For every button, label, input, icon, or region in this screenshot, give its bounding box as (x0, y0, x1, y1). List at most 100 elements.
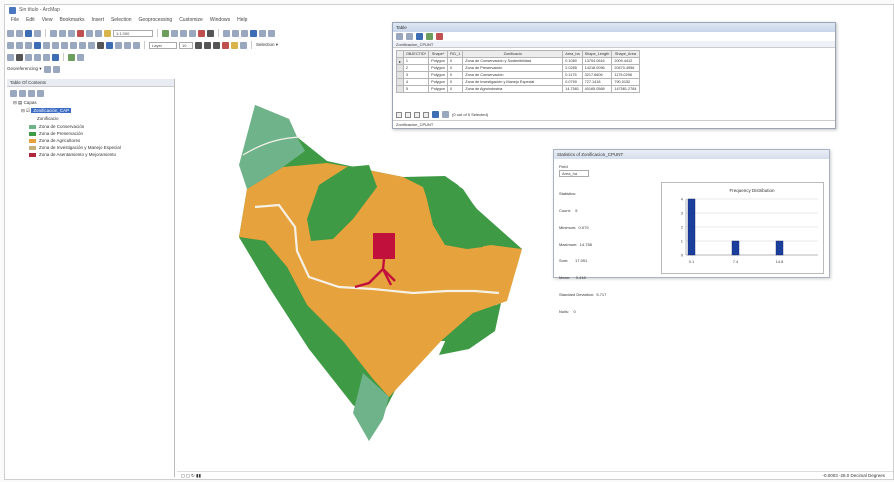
list-by-selection-icon[interactable] (37, 89, 44, 97)
scale-combo[interactable]: 1:1.000 (113, 29, 153, 37)
layer-combo[interactable]: Layer (149, 41, 177, 49)
drawing-icon[interactable] (7, 53, 14, 61)
show-all-records-icon[interactable] (432, 111, 439, 118)
delete-icon[interactable] (77, 29, 84, 37)
copy-icon[interactable] (59, 29, 66, 37)
catalog-icon[interactable] (180, 29, 187, 37)
add-control-points-icon[interactable] (43, 65, 51, 73)
print-icon[interactable] (34, 29, 41, 37)
open-icon[interactable] (16, 29, 23, 37)
add-data-icon[interactable] (104, 29, 111, 37)
menu-view[interactable]: View (42, 17, 53, 26)
font-color-icon[interactable] (222, 41, 229, 49)
table-row[interactable]: 2 Polygon 0 Zona de Preservación 2.0285 … (396, 64, 640, 72)
switch-selection-icon[interactable] (416, 33, 423, 40)
col-fid[interactable]: FID_1 (446, 50, 464, 58)
redo-icon[interactable] (95, 29, 102, 37)
layout-icon[interactable] (223, 29, 230, 37)
rectangle-icon[interactable] (34, 53, 41, 61)
next-record-button[interactable] (414, 111, 420, 118)
toc-root[interactable]: ⊟ ▤ Capas (13, 100, 37, 106)
clear-selection-table-icon[interactable] (426, 33, 433, 40)
menu-selection[interactable]: Selection (111, 17, 132, 26)
list-by-drawing-order-icon[interactable] (10, 89, 17, 97)
callout-icon[interactable] (52, 53, 59, 61)
show-selected-records-icon[interactable] (442, 111, 449, 118)
paste-icon[interactable] (68, 29, 75, 37)
select-features-icon[interactable] (79, 41, 86, 49)
select-elements-icon[interactable] (97, 41, 104, 49)
forward-icon[interactable] (70, 41, 77, 49)
line-color-icon[interactable] (240, 41, 247, 49)
select-by-attributes-icon[interactable] (406, 33, 413, 40)
col-shape[interactable]: Shape* (428, 50, 448, 58)
snapping-icon[interactable] (68, 53, 75, 61)
report-icon[interactable] (268, 29, 275, 37)
menu-edit[interactable]: Edit (26, 17, 35, 26)
list-by-source-icon[interactable] (19, 89, 26, 97)
fixed-zoom-in-icon[interactable] (43, 41, 50, 49)
table-row[interactable]: 4 Polygon 0 Zona de Investigación y Mane… (396, 78, 640, 86)
grid-icon[interactable] (232, 29, 239, 37)
view-link-table-icon[interactable] (52, 65, 60, 73)
identify-icon[interactable] (106, 41, 113, 49)
georeferencing-menu[interactable]: Georeferencing ▾ (7, 66, 42, 72)
route-icon[interactable] (124, 41, 131, 49)
table-row[interactable]: 5 Polygon 0 Zona de Agroindustria 14.758… (396, 85, 640, 93)
stats-field-select[interactable]: Area_ha (559, 170, 589, 177)
toc-layer[interactable]: ⊟ ☑ Zonificación_CAP (21, 108, 72, 114)
list-by-visibility-icon[interactable] (28, 89, 35, 97)
view-controls[interactable]: ◻ ◻ ↻ ▮▮ (181, 473, 201, 479)
toc-icon[interactable] (171, 29, 178, 37)
selection-menu[interactable]: Selection ▾ (256, 42, 278, 48)
new-icon[interactable] (7, 29, 14, 37)
menu-help[interactable]: Help (237, 17, 247, 26)
table-options-icon[interactable] (396, 33, 403, 40)
pan-icon[interactable] (25, 41, 32, 49)
graph-icon[interactable] (259, 29, 266, 37)
table-tab[interactable]: Zonificacion_CPUNT (393, 120, 835, 128)
zoom-out-icon[interactable] (16, 41, 23, 49)
back-icon[interactable] (61, 41, 68, 49)
text-icon[interactable] (43, 53, 50, 61)
clear-selection-icon[interactable] (88, 41, 95, 49)
col-objectid[interactable]: OBJECTID* (402, 50, 430, 58)
table-row[interactable]: 3 Polygon 0 Zona de Conservación 0.1175 … (396, 71, 640, 79)
find-icon[interactable] (115, 41, 122, 49)
cut-icon[interactable] (50, 29, 57, 37)
full-extent-icon[interactable] (34, 41, 41, 49)
rotate-icon[interactable] (25, 53, 32, 61)
go-to-xy-icon[interactable] (133, 41, 140, 49)
measure-icon[interactable] (250, 29, 257, 37)
fixed-zoom-out-icon[interactable] (52, 41, 59, 49)
arctoolbox-icon[interactable] (198, 29, 205, 37)
col-area-ha[interactable]: Area_ha (562, 50, 583, 58)
font-size-combo[interactable]: 10 (179, 41, 193, 49)
effects-icon[interactable] (77, 53, 84, 61)
bold-icon[interactable] (195, 41, 202, 49)
zoom-in-icon[interactable] (7, 41, 14, 49)
previous-record-button[interactable] (405, 111, 411, 118)
python-icon[interactable] (207, 29, 214, 37)
italic-icon[interactable] (204, 41, 211, 49)
save-icon[interactable] (25, 29, 32, 37)
menu-geoprocessing[interactable]: Geoprocessing (139, 17, 173, 26)
search-icon[interactable] (189, 29, 196, 37)
menu-customize[interactable]: Customize (179, 17, 203, 26)
menu-bookmarks[interactable]: Bookmarks (59, 17, 84, 26)
undo-icon[interactable] (86, 29, 93, 37)
delete-selected-icon[interactable] (436, 33, 443, 40)
col-shape-area[interactable]: Shape_Area (611, 50, 640, 58)
col-zonificacio[interactable]: Zonificacio (462, 50, 564, 58)
select-arrow-icon[interactable] (16, 53, 23, 61)
underline-icon[interactable] (213, 41, 220, 49)
first-record-button[interactable] (396, 111, 402, 118)
table-row[interactable]: ▸ 1 Polygon 0 Zona de Conservación y Sos… (396, 57, 640, 65)
menu-insert[interactable]: Insert (91, 17, 104, 26)
menu-file[interactable]: File (11, 17, 19, 26)
table-icon[interactable] (241, 29, 248, 37)
last-record-button[interactable] (423, 111, 429, 118)
fill-color-icon[interactable] (231, 41, 238, 49)
menu-windows[interactable]: Windows (210, 17, 230, 26)
col-shape-length[interactable]: Shape_Length (581, 50, 613, 58)
